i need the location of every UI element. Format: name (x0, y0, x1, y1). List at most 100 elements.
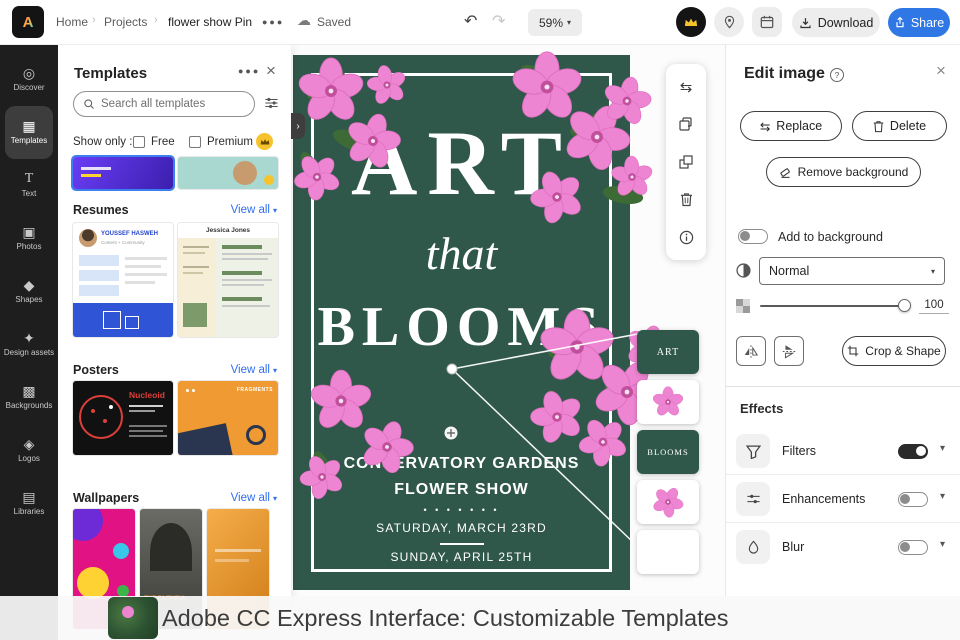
chevron-down-icon[interactable]: ▾ (940, 443, 945, 454)
panel-collapse-button[interactable]: › (291, 113, 305, 139)
decor (81, 174, 101, 177)
adobe-express-logo[interactable]: A (12, 6, 44, 38)
delete-button[interactable]: Delete (852, 111, 947, 141)
remove-background-button[interactable]: Remove background (766, 157, 921, 187)
search-filter-button[interactable] (264, 96, 279, 115)
flip-vertical-button[interactable] (774, 336, 804, 366)
premium-crown-button[interactable] (676, 7, 706, 37)
pin-date-line1[interactable]: SATURDAY, MARCH 23RD (293, 521, 630, 535)
decor (129, 425, 167, 427)
templates-icon: ▦ (22, 118, 36, 135)
trash-icon (680, 193, 692, 207)
posters-view-all[interactable]: View all ▾ (231, 364, 277, 376)
help-icon[interactable]: ? (830, 68, 844, 82)
panel-close-button[interactable]: × (266, 61, 276, 81)
show-only-label: Show only : (73, 136, 133, 148)
add-to-background-toggle[interactable] (738, 229, 768, 244)
crop-shape-button[interactable]: Crop & Shape (842, 336, 946, 366)
sidebar-item-design-assets[interactable]: ✦ Design assets (0, 318, 58, 371)
layer-thumb-flowers-1[interactable] (637, 380, 699, 424)
duplicate-button[interactable] (670, 108, 702, 140)
sidebar-item-discover[interactable]: ◎ Discover (0, 53, 58, 106)
sidebar-item-shapes[interactable]: ◆ Shapes (0, 265, 58, 318)
more-options-button[interactable]: ●●● (262, 17, 284, 27)
ideas-pin-button[interactable] (714, 7, 744, 37)
enhancements-toggle[interactable] (898, 492, 928, 507)
replace-button[interactable]: ⇆ Replace (740, 111, 842, 141)
chevron-down-icon[interactable]: ▾ (940, 539, 945, 550)
premium-checkbox[interactable] (189, 136, 201, 148)
layer-thumb-blooms[interactable]: BLOOMS (637, 430, 699, 474)
flip-horizontal-button[interactable] (736, 336, 766, 366)
zoom-dropdown[interactable]: 59% ▾ (528, 9, 582, 36)
opacity-slider-knob[interactable] (898, 299, 911, 312)
layer-thumb-art[interactable]: ART (637, 330, 699, 374)
sidebar-item-templates[interactable]: ▦ Templates (5, 106, 53, 159)
enhancements-row[interactable]: Enhancements ▾ (726, 475, 960, 523)
panel-more-button[interactable]: ●●● (238, 66, 260, 76)
caption-bar: Adobe CC Express Interface: Customizable… (0, 596, 960, 640)
free-checkbox[interactable] (133, 136, 145, 148)
search-box[interactable] (73, 91, 255, 117)
poster-template-1[interactable]: Nucleoid (73, 381, 173, 455)
filters-toggle[interactable] (898, 444, 928, 459)
search-input[interactable] (101, 98, 254, 110)
resume-template-2[interactable]: Jessica Jones (178, 223, 278, 337)
decor (215, 559, 249, 562)
filters-row[interactable]: Filters ▾ (726, 427, 960, 475)
blur-row[interactable]: Blur ▾ (726, 523, 960, 571)
redo-button[interactable]: ↷ (492, 11, 505, 31)
sidebar-item-text[interactable]: T Text (0, 159, 58, 212)
resume-template-1[interactable]: YOUSSEF HASWEH Content + Community (73, 223, 173, 337)
sidebar-item-backgrounds[interactable]: ▩ Backgrounds (0, 371, 58, 424)
shapes-icon: ◆ (23, 277, 35, 294)
pin-title-that[interactable]: that (293, 231, 630, 277)
poster-name: FRAGMENTS (236, 387, 273, 393)
poster-template-2[interactable]: FRAGMENTS (178, 381, 278, 455)
backgrounds-icon: ▩ (22, 383, 36, 400)
decor (183, 303, 207, 327)
sidebar-item-libraries[interactable]: ▤ Libraries (0, 477, 58, 530)
undo-button[interactable]: ↶ (464, 11, 477, 31)
schedule-button[interactable] (752, 7, 782, 37)
decor (109, 405, 113, 409)
breadcrumb-projects[interactable]: Projects (104, 15, 147, 29)
pin-date-line2[interactable]: SUNDAY, APRIL 25TH (293, 550, 630, 564)
wallpapers-view-all[interactable]: View all ▾ (231, 492, 277, 504)
sidebar-item-photos[interactable]: ▣ Photos (0, 212, 58, 265)
pin-artboard[interactable]: ART that BLOOMS CONSERVATORY GARDENS FLO… (293, 55, 630, 590)
decor (183, 246, 209, 248)
share-button[interactable]: Share (888, 8, 950, 37)
edit-panel-close-button[interactable]: × (936, 61, 946, 81)
opacity-slider-track[interactable] (760, 305, 906, 307)
pin-title-art[interactable]: ART (293, 117, 630, 209)
download-button[interactable]: Download (792, 8, 880, 37)
decor (79, 395, 123, 439)
template-thumb-cropped-1[interactable] (73, 157, 173, 189)
opacity-value-input[interactable]: 100 (919, 299, 949, 314)
resume-subtitle: Content + Community (101, 240, 145, 245)
sidebar-item-logos[interactable]: ◈ Logos (0, 424, 58, 477)
search-icon (84, 99, 94, 109)
info-button[interactable] (670, 221, 702, 253)
swap-horizontal-button[interactable]: ⇆ (670, 71, 702, 103)
chevron-down-icon[interactable]: ▾ (940, 491, 945, 502)
breadcrumb-separator: › (92, 14, 96, 26)
blend-mode-select[interactable]: Normal ▾ (759, 257, 945, 285)
layer-thumb-blank[interactable] (637, 530, 699, 574)
pin-venue-line1[interactable]: CONSERVATORY GARDENS (293, 455, 630, 473)
layer-thumb-flowers-2[interactable] (637, 480, 699, 524)
delete-layer-button[interactable] (670, 184, 702, 216)
resumes-view-all[interactable]: View all ▾ (231, 204, 277, 216)
blur-toggle[interactable] (898, 540, 928, 555)
decor (192, 389, 195, 392)
breadcrumb-home[interactable]: Home (56, 15, 88, 29)
arrange-button[interactable] (670, 146, 702, 178)
pin-venue-line2[interactable]: FLOWER SHOW (293, 481, 630, 499)
template-thumb-cropped-2[interactable] (178, 157, 278, 189)
pin-title-blooms[interactable]: BLOOMS (293, 299, 630, 355)
share-label: Share (910, 15, 945, 30)
cloud-saved-icon: ☁ (297, 12, 311, 28)
decor (233, 161, 257, 185)
pin-icon (724, 15, 734, 29)
